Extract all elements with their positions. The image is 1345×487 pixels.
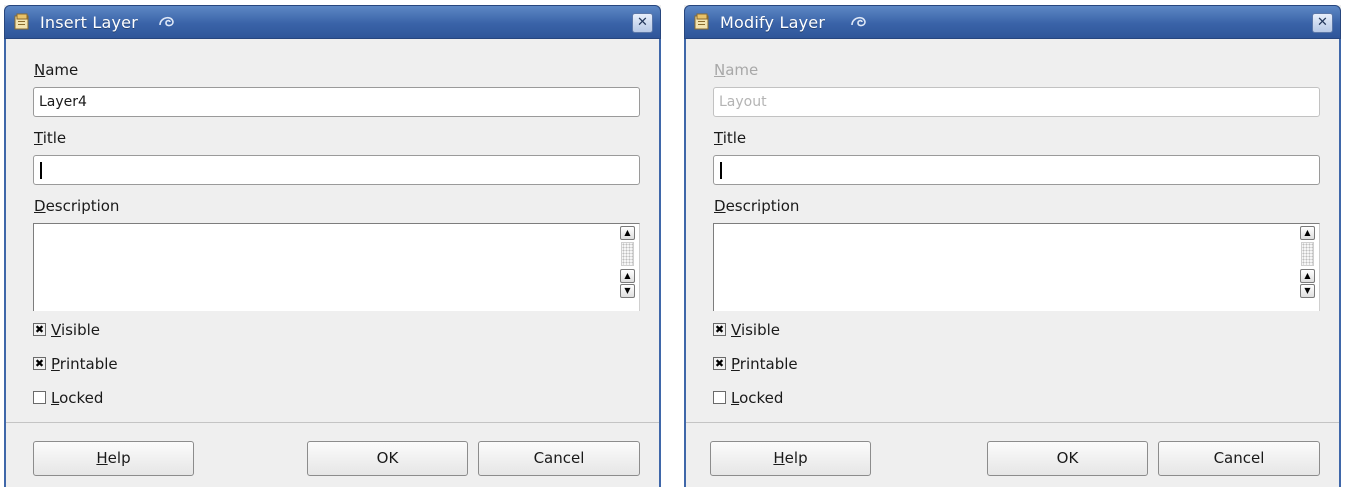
scroll-up-button-secondary[interactable]: ▲	[620, 269, 635, 283]
window-frame-right	[659, 39, 661, 487]
scroll-up-button[interactable]: ▲	[620, 226, 635, 240]
cancel-button[interactable]: Cancel	[478, 441, 640, 476]
text-caret	[720, 162, 722, 179]
scroll-down-button[interactable]: ▼	[1300, 284, 1315, 298]
cancel-button[interactable]: Cancel	[1158, 441, 1320, 476]
app-document-icon	[694, 13, 709, 30]
visible-label: Visible	[51, 321, 101, 339]
description-textarea[interactable]: ▲ ▲ ▼	[33, 223, 640, 311]
visible-checkbox[interactable]: ✖	[33, 323, 46, 336]
arrow-up-icon: ▲	[624, 271, 631, 280]
title-label: Title	[714, 129, 747, 147]
locked-checkbox[interactable]	[713, 391, 726, 404]
locked-label: Locked	[731, 389, 784, 407]
arrow-up-icon: ▲	[1304, 228, 1311, 237]
name-label: Name	[34, 61, 79, 79]
button-separator	[6, 422, 659, 423]
close-icon: ✕	[1317, 15, 1328, 30]
printable-label: Printable	[731, 355, 798, 373]
arrow-down-icon: ▼	[1304, 286, 1311, 295]
arrow-up-icon: ▲	[624, 228, 631, 237]
close-icon: ✕	[637, 15, 648, 30]
arrow-up-icon: ▲	[1304, 271, 1311, 280]
help-button[interactable]: Help	[710, 441, 871, 476]
description-label: Description	[714, 197, 800, 215]
insert-layer-dialog: Insert Layer ✕ Name Layer4 Title Descrip…	[4, 5, 661, 487]
name-input[interactable]: Layer4	[33, 87, 640, 117]
scroll-up-button[interactable]: ▲	[1300, 226, 1315, 240]
scroll-track[interactable]	[1301, 242, 1314, 266]
title-input[interactable]	[713, 155, 1320, 185]
vertical-scrollbar[interactable]: ▲ ▲ ▼	[1300, 224, 1317, 310]
title-label: Title	[34, 129, 67, 147]
visible-checkbox[interactable]: ✖	[713, 323, 726, 336]
description-label: Description	[34, 197, 120, 215]
window-frame-left	[684, 39, 686, 487]
window-frame-right	[1339, 39, 1341, 487]
modify-layer-dialog: Modify Layer ✕ Name Layout Title Descrip…	[684, 5, 1341, 487]
description-textarea[interactable]: ▲ ▲ ▼	[713, 223, 1320, 311]
app-document-icon	[14, 13, 29, 30]
window-frame-left	[4, 39, 6, 487]
title-bar[interactable]: Modify Layer ✕	[684, 5, 1341, 39]
swirl-icon	[159, 16, 174, 27]
name-label: Name	[714, 61, 759, 79]
locked-label: Locked	[51, 389, 104, 407]
printable-checkbox[interactable]: ✖	[33, 357, 46, 370]
text-caret	[40, 162, 42, 179]
dialog-title: Insert Layer	[40, 13, 138, 32]
ok-button[interactable]: OK	[307, 441, 468, 476]
ok-button[interactable]: OK	[987, 441, 1148, 476]
button-separator	[686, 422, 1339, 423]
locked-checkbox[interactable]	[33, 391, 46, 404]
scroll-up-button-secondary[interactable]: ▲	[1300, 269, 1315, 283]
help-button[interactable]: Help	[33, 441, 194, 476]
close-button[interactable]: ✕	[632, 13, 653, 33]
printable-checkbox[interactable]: ✖	[713, 357, 726, 370]
visible-label: Visible	[731, 321, 781, 339]
name-input: Layout	[713, 87, 1320, 117]
scroll-track[interactable]	[621, 242, 634, 266]
scroll-down-button[interactable]: ▼	[620, 284, 635, 298]
swirl-icon	[851, 16, 866, 27]
dialog-title: Modify Layer	[720, 13, 826, 32]
title-input[interactable]	[33, 155, 640, 185]
close-button[interactable]: ✕	[1312, 13, 1333, 33]
arrow-down-icon: ▼	[624, 286, 631, 295]
printable-label: Printable	[51, 355, 118, 373]
vertical-scrollbar[interactable]: ▲ ▲ ▼	[620, 224, 637, 310]
title-bar[interactable]: Insert Layer ✕	[4, 5, 661, 39]
